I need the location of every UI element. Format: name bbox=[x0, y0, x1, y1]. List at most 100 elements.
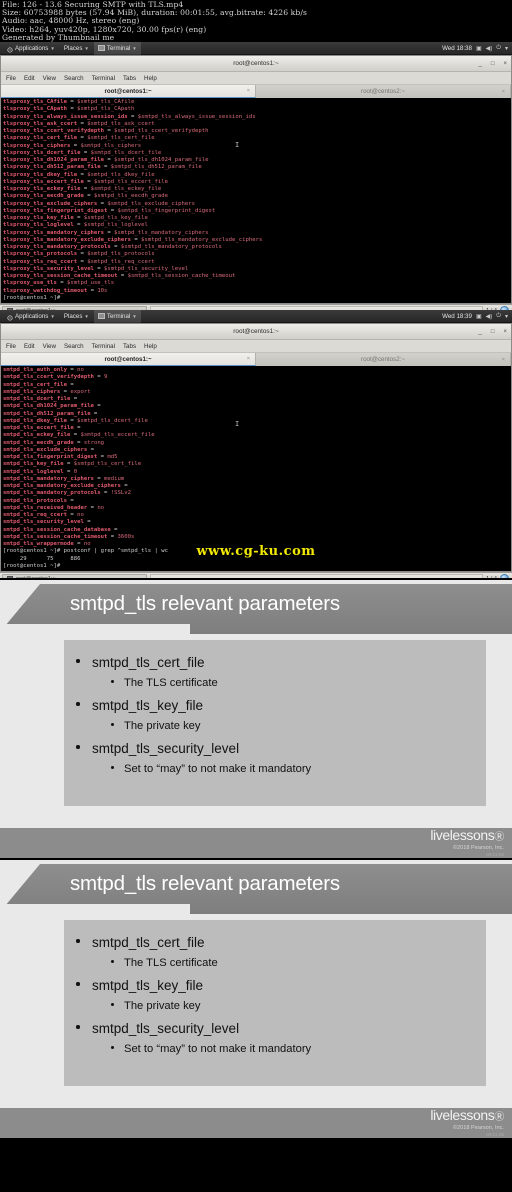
tab-close-icon[interactable]: × bbox=[247, 356, 250, 362]
thumbnail-frame-2: Applications ▼ Places ▼ Terminal ▼ Wed 1… bbox=[0, 310, 512, 578]
menu-places-label: Places bbox=[63, 44, 83, 52]
list-item: smtpd_tls_cert_file The TLS certificate bbox=[74, 932, 476, 973]
minimize-button[interactable]: _ bbox=[479, 329, 482, 335]
menu-tabs[interactable]: Tabs bbox=[123, 343, 136, 350]
workspace-indicator[interactable]: 1 / 4 bbox=[486, 576, 497, 579]
menu-applications-label: Applications bbox=[15, 44, 49, 52]
volume-icon[interactable]: ◀) bbox=[486, 313, 493, 320]
close-button[interactable]: × bbox=[503, 329, 507, 335]
list-item: The TLS certificate bbox=[108, 673, 476, 693]
bullet-icon bbox=[76, 702, 80, 706]
window-titlebar[interactable]: root@centos1:~ _ □ × bbox=[1, 324, 511, 340]
gnome-top-panel: Applications ▼ Places ▼ Terminal ▼ Wed 1… bbox=[0, 310, 512, 323]
video-thumbnail-sheet: File: 126 - 13.6 Securing SMTP with TLS.… bbox=[0, 0, 512, 1192]
bullet-text: smtpd_tls_key_file bbox=[92, 698, 204, 713]
menu-places[interactable]: Places ▼ bbox=[60, 310, 93, 323]
menu-file[interactable]: File bbox=[6, 75, 16, 82]
volume-icon[interactable]: ◀) bbox=[486, 45, 493, 52]
taskbar-window-button[interactable]: root@centos1:~ bbox=[2, 573, 147, 578]
menu-applications[interactable]: Applications ▼ bbox=[3, 42, 59, 55]
menu-view[interactable]: View bbox=[43, 75, 56, 82]
panel-clock[interactable]: Wed 18:38 bbox=[442, 45, 472, 52]
slide-body: smtpd_tls_cert_file The TLS certificate … bbox=[64, 640, 486, 806]
livelessons-logo: livelessonsⓇ bbox=[430, 828, 504, 845]
menu-help[interactable]: Help bbox=[144, 75, 157, 82]
slide-body: smtpd_tls_cert_file The TLS certificate … bbox=[64, 920, 486, 1086]
video-metadata-header: File: 126 - 13.6 Securing SMTP with TLS.… bbox=[0, 0, 512, 42]
chevron-down-icon[interactable]: ▾ bbox=[505, 45, 508, 52]
slide-footer: livelessonsⓇ ©2018 Pearson, Inc. 00:01:0… bbox=[0, 828, 512, 858]
chevron-down-icon: ▼ bbox=[50, 45, 55, 51]
slide-sub-list: The TLS certificate bbox=[108, 953, 476, 973]
menu-tabs[interactable]: Tabs bbox=[123, 75, 136, 82]
window-list-taskbar: root@centos1:~ 1 / 4 bbox=[0, 572, 512, 578]
panel-clock[interactable]: Wed 18:39 bbox=[442, 313, 472, 320]
power-icon[interactable]: ⏻ bbox=[496, 313, 501, 320]
menu-file[interactable]: File bbox=[6, 343, 16, 350]
slide-bullet-list: smtpd_tls_cert_file The TLS certificate … bbox=[74, 932, 476, 1059]
menu-search[interactable]: Search bbox=[64, 75, 84, 82]
bullet-text: smtpd_tls_security_level bbox=[92, 1021, 240, 1036]
tab-centos1[interactable]: root@centos1:~ × bbox=[1, 353, 256, 366]
chevron-down-icon[interactable]: ▾ bbox=[505, 313, 508, 320]
livelessons-wordmark: livelessons bbox=[430, 827, 495, 843]
tab-label: root@centos1:~ bbox=[104, 87, 152, 95]
chevron-down-icon: ▼ bbox=[50, 313, 55, 319]
applications-icon bbox=[7, 313, 13, 321]
maximize-button[interactable]: □ bbox=[491, 329, 495, 335]
list-item: The private key bbox=[108, 716, 476, 736]
minimize-button[interactable]: _ bbox=[479, 61, 482, 67]
slide-sub-list: The private key bbox=[108, 716, 476, 736]
metadata-generator: Generated by Thumbnail me bbox=[2, 32, 115, 42]
slide-header: smtpd_tls relevant parameters bbox=[0, 864, 512, 914]
sub-bullet-text: Set to “may” to not make it mandatory bbox=[124, 1043, 312, 1055]
copyright-text: ©2018 Pearson, Inc. bbox=[452, 845, 504, 851]
window-titlebar[interactable]: root@centos1:~ _ □ × bbox=[1, 56, 511, 72]
text-cursor-icon: I bbox=[235, 141, 240, 149]
tab-close-icon[interactable]: × bbox=[502, 89, 505, 95]
bullet-icon bbox=[76, 982, 80, 986]
list-item: smtpd_tls_security_level Set to “may” to… bbox=[74, 738, 476, 779]
terminal-output-2[interactable]: smtpd_tls_auth_only = no smtpd_tls_ccert… bbox=[1, 366, 511, 571]
bullet-icon bbox=[76, 939, 80, 943]
terminal-output-1[interactable]: tlsproxy_tls_CAfile = $smtpd_tls_CAfile … bbox=[1, 98, 511, 303]
tab-close-icon[interactable]: × bbox=[247, 88, 250, 94]
menu-terminal[interactable]: Terminal bbox=[92, 75, 115, 82]
maximize-button[interactable]: □ bbox=[491, 61, 495, 67]
menu-terminal[interactable]: Terminal ▼ bbox=[93, 310, 141, 323]
menu-edit[interactable]: Edit bbox=[24, 75, 35, 82]
tab-centos2[interactable]: root@centos2:~ × bbox=[256, 353, 511, 366]
display-icon[interactable]: ▣ bbox=[476, 313, 482, 320]
menu-places[interactable]: Places ▼ bbox=[60, 42, 93, 55]
menu-edit[interactable]: Edit bbox=[24, 343, 35, 350]
bullet-icon bbox=[76, 745, 80, 749]
trash-icon[interactable] bbox=[500, 574, 509, 578]
slide-sub-list: Set to “may” to not make it mandatory bbox=[108, 1039, 476, 1059]
menu-search[interactable]: Search bbox=[64, 343, 84, 350]
menu-help[interactable]: Help bbox=[144, 343, 157, 350]
bullet-icon bbox=[111, 766, 114, 769]
menu-applications[interactable]: Applications ▼ bbox=[3, 310, 59, 323]
bullet-icon bbox=[111, 680, 114, 683]
tab-centos1[interactable]: root@centos1:~ × bbox=[1, 85, 256, 98]
timestamp-stamp: 00:01:39 bbox=[486, 1132, 504, 1137]
terminal-icon bbox=[97, 313, 105, 319]
display-icon[interactable]: ▣ bbox=[476, 45, 482, 52]
menu-terminal[interactable]: Terminal bbox=[92, 343, 115, 350]
slide-title: smtpd_tls relevant parameters bbox=[70, 872, 340, 895]
power-icon[interactable]: ⏻ bbox=[496, 45, 501, 52]
tab-close-icon[interactable]: × bbox=[502, 357, 505, 363]
menu-terminal[interactable]: Terminal ▼ bbox=[93, 42, 141, 55]
terminal-window-2: root@centos1:~ _ □ × File Edit View Sear… bbox=[0, 323, 512, 572]
tab-centos2[interactable]: root@centos2:~ × bbox=[256, 85, 511, 98]
thumbnail-frame-3: smtpd_tls relevant parameters smtpd_tls_… bbox=[0, 580, 512, 858]
menu-view[interactable]: View bbox=[43, 343, 56, 350]
thumbnail-frame-1: Applications ▼ Places ▼ Terminal ▼ Wed 1… bbox=[0, 42, 512, 310]
chevron-down-icon: ▼ bbox=[132, 313, 137, 319]
chevron-down-icon: ▼ bbox=[84, 45, 89, 51]
chevron-down-icon: ▼ bbox=[132, 45, 137, 51]
close-button[interactable]: × bbox=[503, 61, 507, 67]
slide-footer: livelessonsⓇ ©2018 Pearson, Inc. 00:01:3… bbox=[0, 1108, 512, 1138]
bullet-icon bbox=[76, 659, 80, 663]
menu-applications-label: Applications bbox=[15, 312, 49, 320]
